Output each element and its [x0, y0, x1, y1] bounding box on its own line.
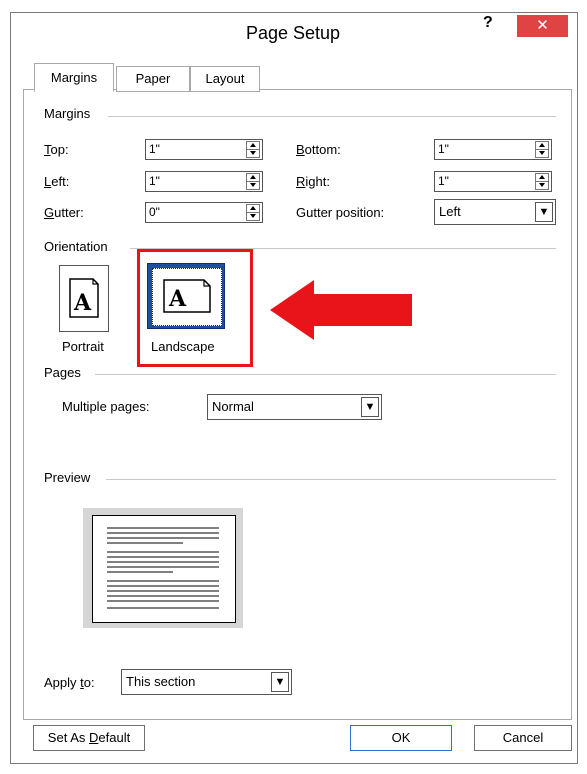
- tab-paper[interactable]: Paper: [116, 66, 190, 92]
- gutter-position-label: Gutter position:: [296, 205, 385, 220]
- spin-arrows-icon[interactable]: [535, 141, 549, 158]
- landscape-option[interactable]: A: [147, 263, 225, 329]
- gutter-position-select[interactable]: Left ▼: [434, 199, 556, 225]
- left-label: Left:: [44, 174, 70, 189]
- gutter-label: Gutter:: [44, 205, 84, 220]
- spin-arrows-icon[interactable]: [535, 173, 549, 190]
- chevron-down-icon[interactable]: ▼: [361, 397, 379, 417]
- gutter-spinner[interactable]: 0": [145, 202, 263, 223]
- landscape-page-icon: A: [163, 279, 211, 313]
- red-arrow-icon: [270, 280, 412, 340]
- apply-to-label: Apply to:: [44, 675, 95, 690]
- chevron-down-icon[interactable]: ▼: [535, 202, 553, 222]
- left-margin-value: 1": [149, 174, 160, 188]
- top-margin-spinner[interactable]: 1": [145, 139, 263, 160]
- top-margin-value: 1": [149, 142, 160, 156]
- svg-text:A: A: [73, 290, 92, 316]
- landscape-label: Landscape: [151, 339, 215, 354]
- preview-lines-icon: [107, 527, 219, 609]
- spin-arrows-icon[interactable]: [246, 204, 260, 221]
- gutter-value: 0": [149, 205, 160, 219]
- left-margin-spinner[interactable]: 1": [145, 171, 263, 192]
- apply-to-select[interactable]: This section ▼: [121, 669, 292, 695]
- multiple-pages-select[interactable]: Normal ▼: [207, 394, 382, 420]
- margins-section-label: Margins: [44, 106, 97, 121]
- portrait-page-icon: A: [69, 278, 99, 318]
- pages-divider: [95, 374, 556, 375]
- right-margin-value: 1": [438, 174, 449, 188]
- multiple-pages-label: Multiple pages:: [62, 399, 150, 414]
- gutter-position-value: Left: [439, 204, 461, 219]
- preview-divider: [106, 479, 556, 480]
- multiple-pages-value: Normal: [212, 399, 254, 414]
- orientation-section-label: Orientation: [44, 239, 114, 254]
- portrait-option[interactable]: A: [59, 265, 109, 332]
- tab-layout[interactable]: Layout: [190, 66, 260, 92]
- apply-to-value: This section: [126, 674, 196, 689]
- spin-arrows-icon[interactable]: [246, 173, 260, 190]
- right-margin-spinner[interactable]: 1": [434, 171, 552, 192]
- chevron-down-icon[interactable]: ▼: [271, 672, 289, 692]
- pages-section-label: Pages: [44, 365, 87, 380]
- bottom-margin-value: 1": [438, 142, 449, 156]
- bottom-label: Bottom:: [296, 142, 341, 157]
- ok-button[interactable]: OK: [350, 725, 452, 751]
- right-label: Right:: [296, 174, 330, 189]
- margins-divider: [108, 116, 556, 117]
- close-button[interactable]: ✕: [517, 15, 568, 37]
- portrait-label: Portrait: [62, 339, 104, 354]
- preview-section-label: Preview: [44, 470, 97, 485]
- set-as-default-button[interactable]: Set As Default: [33, 725, 145, 751]
- tab-margins[interactable]: Margins: [34, 63, 114, 92]
- help-button[interactable]: ?: [483, 14, 493, 32]
- cancel-button[interactable]: Cancel: [474, 725, 572, 751]
- top-label: Top:: [44, 142, 69, 157]
- close-icon: ✕: [536, 17, 549, 34]
- preview-page: [92, 515, 236, 623]
- bottom-margin-spinner[interactable]: 1": [434, 139, 552, 160]
- svg-text:A: A: [168, 286, 187, 312]
- spin-arrows-icon[interactable]: [246, 141, 260, 158]
